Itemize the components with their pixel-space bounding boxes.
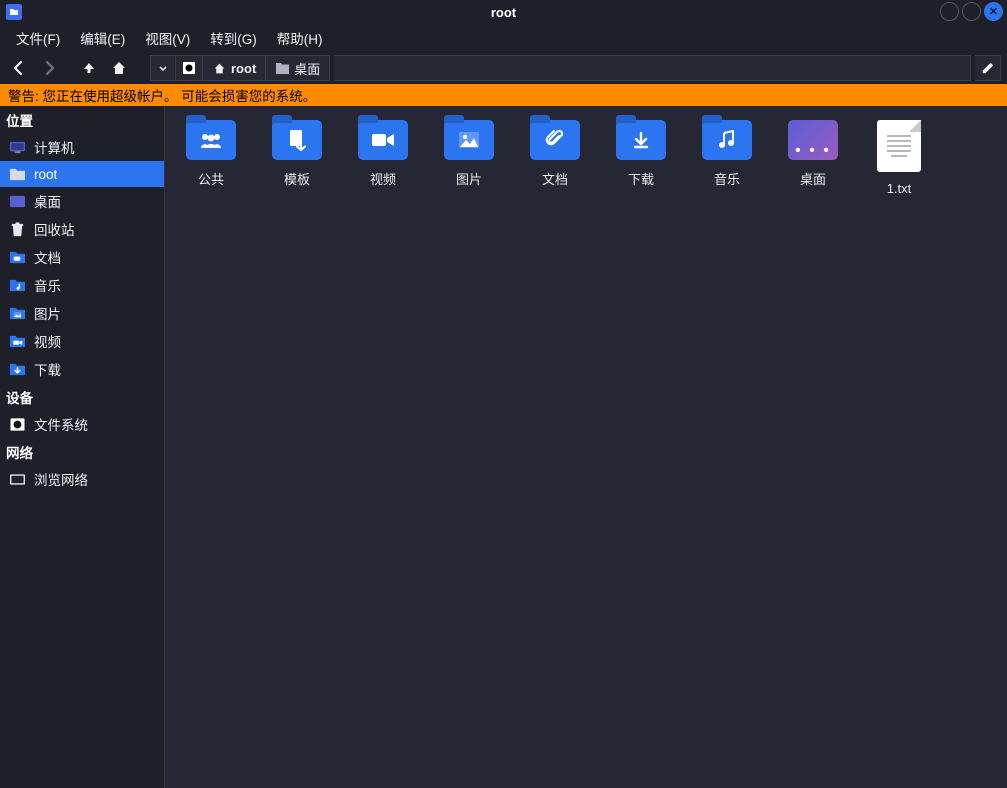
file-item[interactable]: 1.txt bbox=[869, 120, 929, 197]
edit-path-button[interactable] bbox=[975, 55, 1001, 81]
sidebar-header-devices: 设备 bbox=[0, 383, 164, 410]
file-item-label: 文档 bbox=[539, 168, 571, 189]
up-button[interactable] bbox=[76, 55, 102, 81]
titlebar: root bbox=[0, 0, 1007, 24]
sidebar-header-network: 网络 bbox=[0, 438, 164, 465]
sidebar-header-places: 位置 bbox=[0, 106, 164, 133]
file-item[interactable]: 公共 bbox=[181, 120, 241, 197]
app-icon bbox=[6, 4, 22, 20]
file-item-label: 公共 bbox=[195, 168, 227, 189]
sidebar-item-label: 回收站 bbox=[34, 219, 75, 239]
toolbar: root 桌面 bbox=[0, 52, 1007, 84]
desktop-folder-icon: • • • bbox=[788, 120, 838, 160]
file-view[interactable]: 公共 模板 视频 图片 文档 下载 音乐 • • • 桌面 1.txt bbox=[165, 106, 1007, 788]
text-file-icon bbox=[877, 120, 921, 172]
folder-gray-icon bbox=[8, 165, 26, 183]
sidebar-item-label: 图片 bbox=[34, 303, 61, 323]
desktop-icon bbox=[8, 192, 26, 210]
path-root-icon[interactable] bbox=[176, 56, 203, 80]
home-button[interactable] bbox=[106, 55, 132, 81]
window-title: root bbox=[491, 5, 516, 20]
folder-icon bbox=[530, 120, 580, 160]
close-button[interactable] bbox=[984, 2, 1003, 21]
sidebar-item[interactable]: 桌面 bbox=[0, 187, 164, 215]
pictures-icon bbox=[8, 304, 26, 322]
minimize-button[interactable] bbox=[940, 2, 959, 21]
folder-icon bbox=[616, 120, 666, 160]
folder-icon bbox=[702, 120, 752, 160]
sidebar-item[interactable]: 文档 bbox=[0, 243, 164, 271]
videos-icon bbox=[8, 332, 26, 350]
monitor-icon bbox=[8, 138, 26, 156]
file-item-label: 模板 bbox=[281, 168, 313, 189]
path-history-button[interactable] bbox=[151, 56, 176, 80]
path-segment-label: root bbox=[231, 61, 256, 76]
fs-icon bbox=[8, 415, 26, 433]
file-item-label: 图片 bbox=[453, 168, 485, 189]
sidebar-item[interactable]: root bbox=[0, 161, 164, 187]
folder-icon bbox=[272, 120, 322, 160]
folder-icon bbox=[186, 120, 236, 160]
sidebar-item[interactable]: 计算机 bbox=[0, 133, 164, 161]
file-item[interactable]: • • • 桌面 bbox=[783, 120, 843, 197]
sidebar-item[interactable]: 视频 bbox=[0, 327, 164, 355]
root-warning-banner: 警告: 您正在使用超级帐户。 可能会损害您的系统。 bbox=[0, 84, 1007, 106]
file-item-label: 视频 bbox=[367, 168, 399, 189]
sidebar-item-label: 文件系统 bbox=[34, 414, 88, 434]
file-item[interactable]: 图片 bbox=[439, 120, 499, 197]
window-controls bbox=[940, 2, 1003, 21]
sidebar-item[interactable]: 回收站 bbox=[0, 215, 164, 243]
menu-help[interactable]: 帮助(H) bbox=[269, 24, 331, 52]
maximize-button[interactable] bbox=[962, 2, 981, 21]
sidebar-item[interactable]: 浏览网络 bbox=[0, 465, 164, 493]
sidebar-item[interactable]: 文件系统 bbox=[0, 410, 164, 438]
path-segment-label: 桌面 bbox=[294, 59, 320, 78]
docs-icon bbox=[8, 248, 26, 266]
file-item[interactable]: 视频 bbox=[353, 120, 413, 197]
trash-icon bbox=[8, 220, 26, 238]
sidebar-item[interactable]: 音乐 bbox=[0, 271, 164, 299]
sidebar-item-label: 视频 bbox=[34, 331, 61, 351]
menu-file[interactable]: 文件(F) bbox=[8, 24, 68, 52]
sidebar-item-label: 文档 bbox=[34, 247, 61, 267]
folder-icon bbox=[275, 61, 289, 75]
sidebar: 位置 计算机 root 桌面回收站文档音乐图片视频下载 设备 文件系统 网络 浏览网… bbox=[0, 106, 165, 788]
sidebar-item-label: 计算机 bbox=[34, 137, 75, 157]
file-item-label: 桌面 bbox=[797, 168, 829, 189]
music-icon bbox=[8, 276, 26, 294]
sidebar-item-label: 下载 bbox=[34, 359, 61, 379]
sidebar-item[interactable]: 图片 bbox=[0, 299, 164, 327]
sidebar-item-label: 浏览网络 bbox=[34, 469, 88, 489]
folder-icon bbox=[444, 120, 494, 160]
menubar: 文件(F) 编辑(E) 视图(V) 转到(G) 帮助(H) bbox=[0, 24, 1007, 52]
path-segment-desktop[interactable]: 桌面 bbox=[266, 56, 329, 80]
back-button[interactable] bbox=[6, 55, 32, 81]
path-segment-root[interactable]: root bbox=[203, 56, 266, 80]
menu-edit[interactable]: 编辑(E) bbox=[72, 24, 133, 52]
sidebar-item-label: 音乐 bbox=[34, 275, 61, 295]
downloads-icon bbox=[8, 360, 26, 378]
sidebar-item-label: 桌面 bbox=[34, 191, 61, 211]
file-item-label: 下载 bbox=[625, 168, 657, 189]
sidebar-item-label: root bbox=[34, 167, 57, 182]
file-item-label: 音乐 bbox=[711, 168, 743, 189]
menu-view[interactable]: 视图(V) bbox=[137, 24, 198, 52]
home-icon bbox=[212, 61, 226, 75]
file-item[interactable]: 文档 bbox=[525, 120, 585, 197]
file-item[interactable]: 下载 bbox=[611, 120, 671, 197]
forward-button[interactable] bbox=[36, 55, 62, 81]
pathbar: root 桌面 bbox=[150, 55, 330, 81]
file-item[interactable]: 模板 bbox=[267, 120, 327, 197]
folder-icon bbox=[358, 120, 408, 160]
menu-go[interactable]: 转到(G) bbox=[202, 24, 265, 52]
file-item[interactable]: 音乐 bbox=[697, 120, 757, 197]
sidebar-item[interactable]: 下载 bbox=[0, 355, 164, 383]
pathbar-spacer bbox=[334, 55, 971, 81]
file-item-label: 1.txt bbox=[884, 180, 915, 197]
net-icon bbox=[8, 470, 26, 488]
